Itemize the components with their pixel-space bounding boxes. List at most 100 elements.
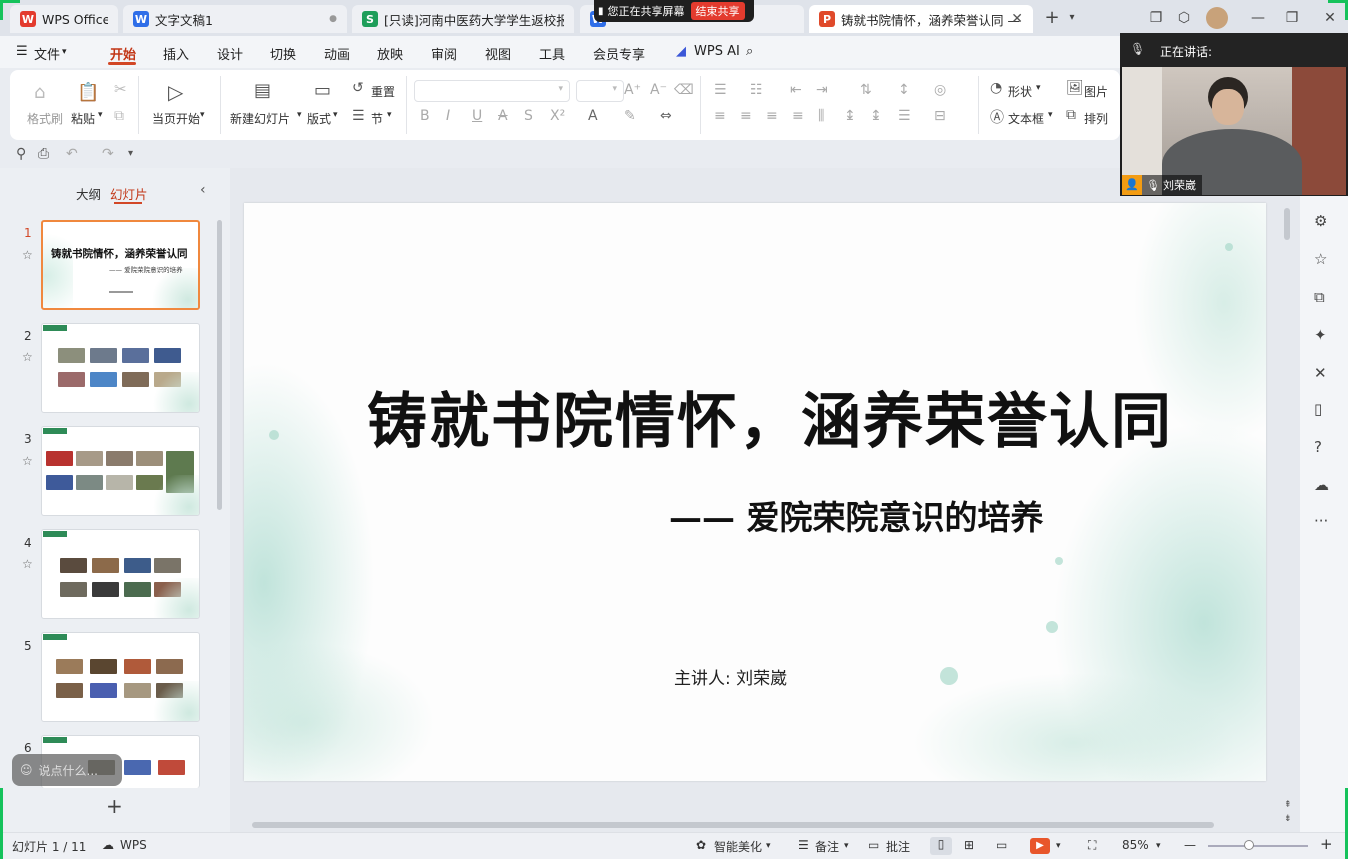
paste-button[interactable]: 粘贴 (71, 110, 95, 127)
video-call-overlay[interactable]: 🎙 正在讲话: 👤 🎙 刘荣崴 (1120, 33, 1348, 196)
smart-beautify-button[interactable]: 智能美化 (714, 838, 762, 855)
bold-icon[interactable]: B (420, 108, 430, 124)
line-spacing-icon[interactable]: ↨ (844, 108, 856, 124)
align-right-icon[interactable]: ≡ (766, 108, 778, 124)
shape-icon[interactable]: ◔ (990, 80, 1002, 96)
slide-speaker[interactable]: 主讲人: 刘荣崴 (674, 664, 787, 689)
window-close-icon[interactable]: ✕ (1320, 8, 1340, 28)
comment-input[interactable]: ☺ 说点什么... (12, 754, 122, 786)
settings-sliders-icon[interactable]: ⚙ (1314, 212, 1327, 230)
next-slide-icon[interactable]: ⇟ (1284, 814, 1292, 824)
font-size-select[interactable]: ▾ (576, 80, 624, 102)
menu-file[interactable]: 文件 (34, 44, 60, 63)
menu-insert[interactable]: 插入 (163, 44, 189, 63)
minimize-icon[interactable]: — (1248, 8, 1268, 28)
format-painter-button[interactable]: 格式刷 (27, 110, 63, 127)
undo-icon[interactable]: ↶ (66, 146, 78, 162)
play-circle-icon[interactable]: ▷ (168, 80, 183, 104)
text-direction-icon[interactable]: ⇅ (860, 82, 872, 98)
normal-view-icon[interactable]: ▯ (930, 837, 952, 855)
arrange-button[interactable]: 排列 (1084, 110, 1108, 127)
section-icon[interactable]: ☰ (352, 108, 365, 124)
avatar[interactable] (1206, 7, 1228, 29)
para-spacing-icon[interactable]: ↨ (870, 108, 882, 124)
vertical-scrollbar[interactable] (1284, 208, 1290, 240)
wps-account[interactable]: WPS (120, 838, 147, 852)
prev-slide-icon[interactable]: ⇞ (1284, 800, 1292, 810)
add-slide-button[interactable]: + (106, 794, 123, 818)
menu-view[interactable]: 视图 (485, 44, 511, 63)
notes-button[interactable]: 备注 (815, 838, 839, 855)
columns-icon[interactable]: ⫼ (818, 108, 824, 124)
star-icon[interactable]: ☆ (1314, 250, 1327, 268)
menu-wps-ai[interactable]: WPS AI (694, 44, 740, 59)
tools-icon[interactable]: ✕ (1314, 364, 1327, 382)
slide-thumbnail-2[interactable] (41, 323, 200, 413)
new-slide-icon[interactable]: ▤ (254, 80, 271, 101)
stop-share-button[interactable]: 结束共享 (690, 2, 745, 20)
convert-smartart-icon[interactable]: ◎ (934, 82, 946, 98)
cloud-icon[interactable]: ☁ (1314, 476, 1329, 494)
italic-icon[interactable]: I (446, 108, 450, 124)
section-button[interactable]: 节 (371, 110, 383, 127)
underline-icon[interactable]: U (472, 108, 482, 124)
play-slideshow-icon[interactable]: ▶ (1030, 838, 1050, 854)
indent-icon[interactable]: ⇥ (816, 82, 828, 98)
close-icon[interactable]: ✕ (1011, 11, 1023, 27)
zoom-level[interactable]: 85% (1122, 838, 1149, 852)
tab-outline[interactable]: 大纲 (76, 184, 101, 203)
layout-icon[interactable]: ▭ (314, 80, 331, 101)
comments-button[interactable]: 批注 (886, 838, 910, 855)
arrange-icon[interactable]: ⧉ (1066, 107, 1076, 123)
slide-thumbnail-1[interactable]: 铸就书院情怀，涵养荣誉认同 —— 爱院荣院意识的培养 (41, 220, 200, 310)
grid-view-icon[interactable]: ⊞ (964, 838, 974, 852)
menu-review[interactable]: 审阅 (431, 44, 457, 63)
menu-design[interactable]: 设计 (217, 44, 243, 63)
slide-title[interactable]: 铸就书院情怀，涵养荣誉认同 (244, 373, 1266, 460)
pin-icon[interactable]: ⚲ (16, 146, 26, 162)
textbox-icon[interactable]: Ⓐ (990, 107, 1004, 127)
restore-icon[interactable]: ❐ (1282, 8, 1302, 28)
zoom-in-icon[interactable]: + (1320, 835, 1333, 853)
format-painter-icon[interactable]: ⌂ (34, 82, 45, 103)
tab-slides[interactable]: 幻灯片 (110, 184, 148, 203)
numbered-list-icon[interactable]: ☷ (750, 82, 763, 98)
picture-button[interactable]: 图片 (1084, 83, 1108, 100)
slide-subtitle[interactable]: —— 爱院荣院意识的培养 (669, 491, 1044, 539)
more-icon[interactable]: ··· (1314, 512, 1328, 530)
char-spacing-icon[interactable]: ⇔ (660, 108, 672, 124)
chevron-down-icon[interactable]: ▾ (1062, 8, 1082, 28)
chevron-down-icon[interactable]: ▾ (1056, 841, 1061, 851)
picture-icon[interactable]: 🖼 (1066, 80, 1084, 96)
align-center-icon[interactable]: ≡ (740, 108, 752, 124)
tab-presentation[interactable]: P 铸就书院情怀，涵养荣誉认同 — ✕ (809, 5, 1033, 33)
sort-icon[interactable]: ↕ (898, 82, 910, 98)
zoom-out-icon[interactable]: — (1184, 838, 1196, 852)
star-icon[interactable]: ☆ (22, 248, 33, 262)
slide-thumbnail-5[interactable] (41, 632, 200, 722)
slide-editor[interactable]: 铸就书院情怀，涵养荣誉认同 —— 爱院荣院意识的培养 主讲人: 刘荣崴 (244, 203, 1266, 781)
hamburger-icon[interactable]: ☰ (16, 44, 28, 59)
star-icon[interactable]: ☆ (22, 557, 33, 571)
search-icon[interactable]: ⌕ (746, 44, 753, 59)
menu-membership[interactable]: 会员专享 (593, 44, 645, 63)
tab-document[interactable]: W 文字文稿1 ● (123, 5, 347, 33)
font-color-icon[interactable]: A (588, 108, 598, 124)
redo-icon[interactable]: ↷ (102, 146, 114, 162)
slides-icon[interactable]: ⧉ (1314, 288, 1325, 306)
star-icon[interactable]: ☆ (22, 350, 33, 364)
reset-icon[interactable]: ↺ (352, 80, 364, 96)
print-preview-icon[interactable]: ⎙ (38, 146, 49, 162)
chevron-down-icon[interactable]: ▾ (128, 148, 133, 159)
shadow-icon[interactable]: S (524, 108, 533, 124)
strikethrough-icon[interactable]: A (498, 108, 508, 124)
menu-slideshow[interactable]: 放映 (377, 44, 403, 63)
menu-home[interactable]: 开始 (110, 44, 136, 63)
layout-button[interactable]: 版式 (307, 110, 331, 127)
clear-format-icon[interactable]: ⌫ (674, 82, 694, 98)
vertical-align-icon[interactable]: ☰ (898, 108, 911, 124)
superscript-icon[interactable]: X² (550, 108, 565, 124)
star-icon[interactable]: ☆ (22, 454, 33, 468)
tab-wps-home[interactable]: W WPS Office (10, 5, 118, 33)
menu-transition[interactable]: 切换 (270, 44, 296, 63)
